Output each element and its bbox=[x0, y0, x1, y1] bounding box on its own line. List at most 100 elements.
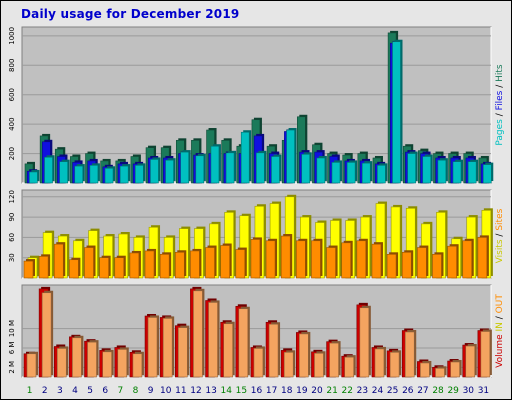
bar-pages-day-25 bbox=[392, 41, 401, 184]
bar-pages-day-10 bbox=[165, 159, 174, 184]
bar-out-day-6 bbox=[102, 351, 112, 378]
x-tick-label: 20 bbox=[311, 386, 323, 396]
bar-sites-day-3 bbox=[53, 243, 64, 279]
bar-sites-day-25 bbox=[386, 254, 397, 279]
bar-sites-day-14 bbox=[220, 245, 230, 279]
bar-sites-day-27 bbox=[417, 247, 427, 279]
bar-pages-day-3 bbox=[59, 161, 68, 184]
bar-sites-day-4 bbox=[69, 259, 79, 279]
x-tick-label: 23 bbox=[357, 386, 368, 396]
bar-pages-day-17 bbox=[271, 156, 280, 184]
x-tick-label: 12 bbox=[190, 386, 201, 396]
bar-sites-day-15 bbox=[235, 249, 246, 279]
bar-pages-day-19 bbox=[301, 154, 311, 184]
bar-out-day-13 bbox=[208, 302, 218, 378]
bar-out-day-28 bbox=[435, 367, 445, 378]
bar-pages-day-30 bbox=[467, 161, 477, 184]
bar-sites-day-21 bbox=[326, 247, 336, 279]
x-tick-label: 28 bbox=[432, 386, 444, 396]
bar-out-day-3 bbox=[56, 348, 67, 378]
bar-pages-day-4 bbox=[74, 165, 84, 184]
x-tick-label: 1 bbox=[27, 386, 33, 396]
x-tick-label: 4 bbox=[72, 386, 78, 396]
bar-sites-day-23 bbox=[356, 240, 367, 279]
x-tick-label: 16 bbox=[251, 386, 263, 396]
x-tick-label: 11 bbox=[175, 386, 186, 396]
bar-pages-day-12 bbox=[195, 155, 205, 184]
x-tick-label: 10 bbox=[160, 386, 172, 396]
legend-entry: / bbox=[495, 313, 505, 322]
x-tick-label: 5 bbox=[87, 386, 93, 396]
bar-out-day-17 bbox=[268, 323, 279, 378]
x-tick-label: 19 bbox=[296, 386, 308, 396]
bar-sites-day-26 bbox=[401, 251, 412, 279]
legend-entry: Pages bbox=[495, 119, 505, 146]
x-tick-label: 7 bbox=[117, 386, 123, 396]
bar-sites-day-8 bbox=[129, 252, 140, 279]
y-tick-label: 400 bbox=[8, 117, 16, 130]
legend-entry: IN bbox=[495, 322, 505, 331]
bar-sites-day-16 bbox=[250, 239, 261, 279]
bar-pages-day-9 bbox=[150, 159, 159, 184]
bar-out-day-2 bbox=[41, 292, 52, 378]
y-tick-label: 200 bbox=[8, 147, 16, 160]
bar-out-day-24 bbox=[374, 348, 385, 378]
chart-frame: Daily usage for December 2019 200 400 600 8… bbox=[0, 0, 512, 400]
x-tick-label: 31 bbox=[478, 386, 489, 396]
y-tick-label: 90 bbox=[8, 213, 16, 222]
bar-out-day-19 bbox=[299, 333, 309, 378]
bar-pages-day-29 bbox=[452, 161, 462, 184]
x-tick-label: 18 bbox=[281, 386, 293, 396]
bar-out-day-14 bbox=[223, 323, 233, 378]
bar-pages-day-1 bbox=[29, 171, 38, 184]
x-tick-label: 21 bbox=[326, 386, 337, 396]
y-tick-label: 1000 bbox=[8, 27, 16, 45]
bar-sites-day-19 bbox=[296, 240, 306, 279]
x-tick-label: 8 bbox=[133, 386, 139, 396]
bar-pages-day-5 bbox=[89, 165, 99, 184]
bar-out-day-26 bbox=[404, 331, 415, 378]
x-tick-label: 15 bbox=[236, 386, 247, 396]
y-tick-label: 120 bbox=[8, 190, 16, 203]
bar-out-day-29 bbox=[450, 361, 460, 378]
bar-sites-day-31 bbox=[477, 237, 488, 279]
x-tick-label: 2 bbox=[42, 386, 48, 396]
legend-entry: Visits bbox=[495, 239, 505, 263]
bar-sites-day-6 bbox=[99, 257, 109, 279]
bar-pages-day-31 bbox=[482, 164, 492, 184]
x-tick-label: 22 bbox=[342, 386, 353, 396]
y-tick-label: 10 M bbox=[8, 320, 16, 337]
x-tick-label: 6 bbox=[102, 386, 108, 396]
y-tick-label: 600 bbox=[8, 88, 16, 101]
bar-sites-day-1 bbox=[23, 260, 34, 279]
bar-out-day-16 bbox=[253, 348, 264, 378]
bar-sites-day-13 bbox=[205, 247, 215, 279]
legend-entry: / bbox=[495, 231, 505, 240]
bar-sites-day-2 bbox=[38, 256, 49, 279]
bar-sites-day-11 bbox=[174, 251, 185, 279]
bar-pages-day-11 bbox=[180, 151, 189, 184]
bar-out-day-20 bbox=[314, 352, 324, 378]
legend-entry: / bbox=[495, 110, 505, 119]
bar-pages-day-2 bbox=[44, 156, 53, 184]
bar-out-day-22 bbox=[344, 356, 355, 378]
bar-pages-day-8 bbox=[135, 165, 144, 184]
bar-out-day-9 bbox=[147, 317, 158, 378]
x-tick-label: 17 bbox=[266, 386, 277, 396]
bar-sites-day-18 bbox=[280, 235, 291, 279]
bar-sites-day-22 bbox=[341, 242, 352, 279]
legend-entry: Sites bbox=[495, 208, 505, 230]
bar-sites-day-10 bbox=[159, 254, 170, 279]
bar-out-day-18 bbox=[283, 352, 294, 378]
y-tick-label: 800 bbox=[8, 59, 16, 72]
bar-sites-day-29 bbox=[447, 245, 457, 279]
x-tick-label: 27 bbox=[417, 386, 428, 396]
bar-out-day-5 bbox=[87, 341, 97, 378]
bar-out-day-30 bbox=[465, 345, 476, 378]
bar-pages-day-15 bbox=[240, 131, 250, 184]
y-tick-label: 30 bbox=[8, 253, 16, 262]
bar-sites-day-24 bbox=[371, 243, 382, 279]
bar-pages-day-14 bbox=[225, 152, 235, 184]
chart-svg: 20040060080010003060901202 M6 M10 M1 2 3 4 5… bbox=[8, 26, 505, 396]
bar-pages-day-27 bbox=[422, 156, 432, 184]
